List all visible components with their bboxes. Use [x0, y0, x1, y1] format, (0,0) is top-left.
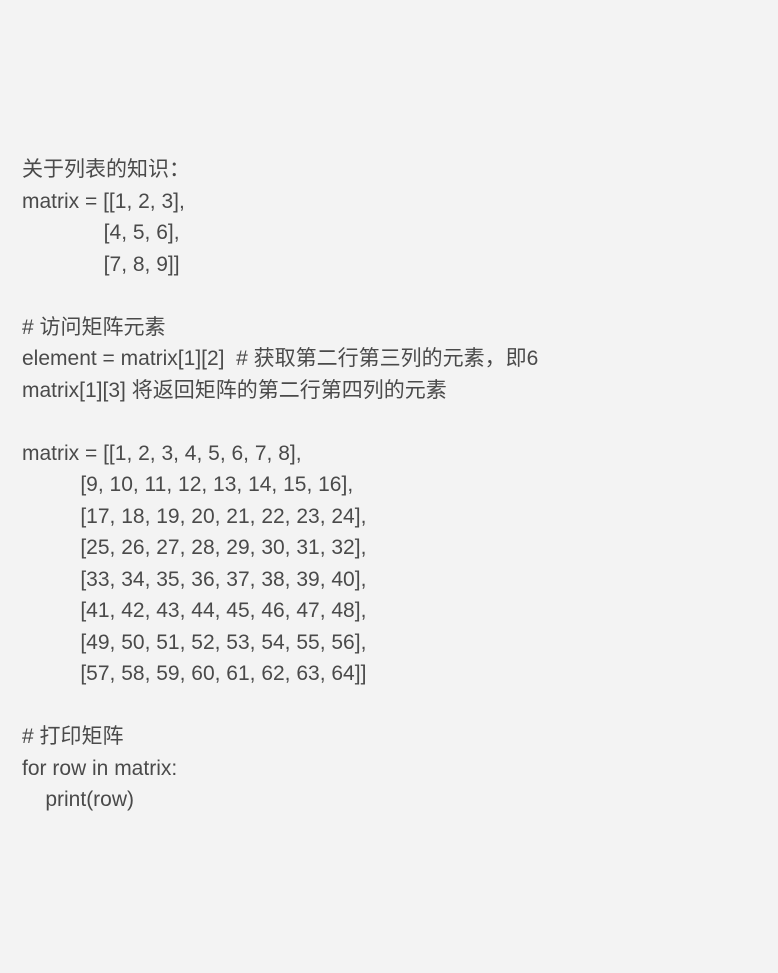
text-line: [9, 10, 11, 12, 13, 14, 15, 16], — [22, 473, 353, 496]
text-line: [7, 8, 9]] — [22, 253, 180, 276]
text-line: [49, 50, 51, 52, 53, 54, 55, 56], — [22, 631, 366, 654]
text-line: # 打印矩阵 — [22, 725, 124, 748]
text-line: for row in matrix: — [22, 757, 177, 780]
text-line: # 访问矩阵元素 — [22, 316, 166, 339]
text-line: [17, 18, 19, 20, 21, 22, 23, 24], — [22, 505, 366, 528]
text-line: 关于列表的知识： — [22, 158, 190, 181]
text-line: [57, 58, 59, 60, 61, 62, 63, 64]] — [22, 662, 366, 685]
text-line: [41, 42, 43, 44, 45, 46, 47, 48], — [22, 599, 366, 622]
text-line: [4, 5, 6], — [22, 221, 180, 244]
text-line: matrix = [[1, 2, 3], — [22, 190, 185, 213]
text-line: [25, 26, 27, 28, 29, 30, 31, 32], — [22, 536, 366, 559]
text-line: matrix = [[1, 2, 3, 4, 5, 6, 7, 8], — [22, 442, 302, 465]
text-line: matrix[1][3] 将返回矩阵的第二行第四列的元素 — [22, 379, 447, 402]
text-line: print(row) — [22, 788, 134, 811]
text-line: element = matrix[1][2] # 获取第二行第三列的元素，即6 — [22, 347, 538, 370]
text-line: [33, 34, 35, 36, 37, 38, 39, 40], — [22, 568, 366, 591]
code-tutorial-block: 关于列表的知识： matrix = [[1, 2, 3], [4, 5, 6],… — [22, 154, 756, 816]
